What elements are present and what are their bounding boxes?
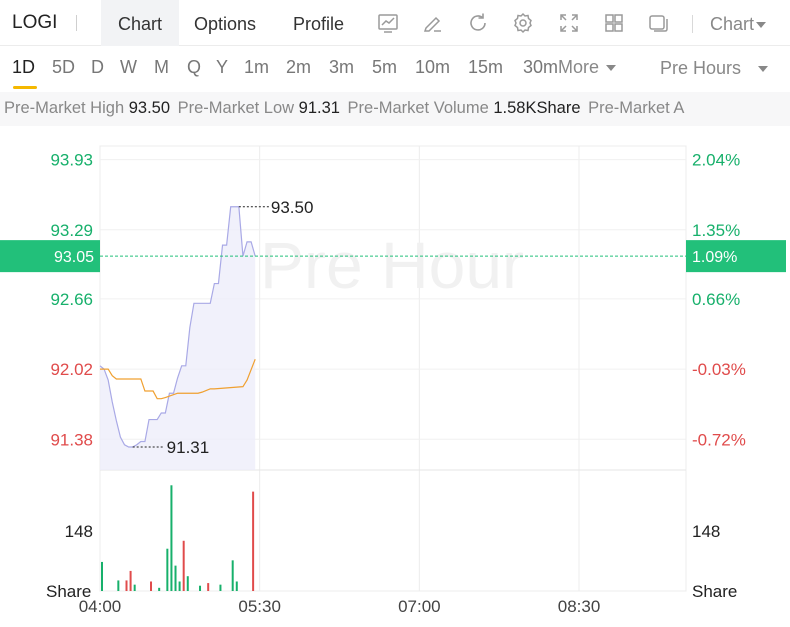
chart-type-label: Chart <box>710 14 755 34</box>
percent-tick-label: -0.03% <box>692 360 746 379</box>
volume-bar <box>219 584 222 591</box>
draw-icon[interactable] <box>421 11 445 35</box>
time-tick-label: 08:30 <box>558 597 601 616</box>
stat-label-high: Pre-Market High <box>4 99 125 117</box>
period-quarter[interactable]: Q <box>187 57 201 78</box>
high-marker-label: 93.50 <box>271 198 314 217</box>
axis-labels: 93.93 2.04% 93.29 1.35% 92.66 0.66% 92.02 -0.03… <box>50 151 745 616</box>
volume-bar <box>186 576 189 591</box>
chevron-down-icon <box>758 66 769 73</box>
current-price-value: 93.05 <box>54 249 94 266</box>
chart-watermark: Pre Hour <box>260 228 524 302</box>
volume-bar <box>166 548 169 591</box>
volume-bar <box>178 581 181 591</box>
period-week[interactable]: W <box>120 57 137 78</box>
period-5d[interactable]: 5D <box>52 57 75 78</box>
period-1d[interactable]: 1D <box>12 57 35 78</box>
time-tick-label: 05:30 <box>238 597 281 616</box>
chevron-down-icon <box>606 65 617 72</box>
volume-bar <box>129 570 132 591</box>
volume-bar <box>101 561 103 591</box>
session-dropdown[interactable]: Pre Hours <box>660 58 769 79</box>
period-10m[interactable]: 10m <box>415 57 450 78</box>
window-icon[interactable] <box>646 11 670 35</box>
percent-tick-label: 0.66% <box>692 290 740 309</box>
period-day[interactable]: D <box>91 57 104 78</box>
price-tick-label: 93.29 <box>50 221 93 240</box>
percent-tick-label: 2.04% <box>692 151 740 170</box>
settings-icon[interactable] <box>511 11 535 35</box>
volume-unit-left: Share <box>46 582 91 601</box>
period-bar: 1D 5D D W M Q Y 1m 2m 3m 5m 10m 15m 30m … <box>0 48 790 90</box>
tab-profile[interactable]: Profile <box>293 0 344 46</box>
chart-type-dropdown[interactable]: Chart <box>710 0 767 46</box>
volume-bar <box>252 491 255 591</box>
volume-tick-right: 148 <box>692 522 720 541</box>
period-2m[interactable]: 2m <box>286 57 311 78</box>
volume-unit-right: Share <box>692 582 737 601</box>
volume-bar <box>150 581 153 591</box>
volume-bar <box>125 580 128 591</box>
volume-bar <box>182 540 185 591</box>
volume-bar <box>170 485 173 591</box>
volume-bar <box>117 580 120 591</box>
more-label: More <box>558 57 600 77</box>
stat-value-low: 91.31 <box>298 99 340 117</box>
premarket-stats-bar: Pre-Market High 93.50 Pre-Market Low 91.… <box>0 92 790 126</box>
stat-label-avg: Pre-Market A <box>588 99 685 117</box>
period-month[interactable]: M <box>154 57 169 78</box>
price-tick-label: 92.66 <box>50 290 93 309</box>
symbol-divider <box>76 15 77 31</box>
volume-bar <box>231 560 234 591</box>
volume-bar <box>199 585 202 591</box>
volume-bar <box>133 584 136 591</box>
more-periods-dropdown[interactable]: More <box>558 57 617 78</box>
period-5m[interactable]: 5m <box>372 57 397 78</box>
price-tick-label: 93.93 <box>50 151 93 170</box>
percent-tick-label: 1.35% <box>692 221 740 240</box>
period-year[interactable]: Y <box>216 57 228 78</box>
volume-bar <box>158 587 161 591</box>
volume-tick-left: 148 <box>65 522 93 541</box>
time-tick-label: 07:00 <box>398 597 441 616</box>
fullscreen-icon[interactable] <box>557 11 581 35</box>
volume-bars <box>101 485 255 591</box>
period-1m[interactable]: 1m <box>244 57 269 78</box>
price-area-fill <box>100 206 256 470</box>
tab-options[interactable]: Options <box>194 0 256 46</box>
stat-value-volume: 1.58KShare <box>493 99 581 117</box>
top-bar: LOGI Chart Options Profile Chart <box>0 0 790 46</box>
chevron-down-icon <box>756 22 767 29</box>
period-3m[interactable]: 3m <box>329 57 354 78</box>
price-tick-label: 92.02 <box>50 360 93 379</box>
volume-bar <box>207 583 210 591</box>
session-label: Pre Hours <box>660 58 742 78</box>
volume-bar <box>174 565 177 591</box>
layout-grid-icon[interactable] <box>602 11 626 35</box>
period-15m[interactable]: 15m <box>468 57 503 78</box>
tab-chart[interactable]: Chart <box>101 0 179 46</box>
price-area <box>100 206 256 470</box>
toolbar-divider <box>692 15 693 33</box>
refresh-icon[interactable] <box>466 11 490 35</box>
low-marker-label: 91.31 <box>167 438 210 457</box>
volume-bar <box>235 581 238 591</box>
indicator-icon[interactable] <box>376 11 400 35</box>
period-30m[interactable]: 30m <box>523 57 561 78</box>
stat-label-low: Pre-Market Low <box>177 99 295 117</box>
stat-label-volume: Pre-Market Volume <box>347 99 489 117</box>
price-tick-label: 91.38 <box>50 430 93 449</box>
current-change-value: 1.09% <box>692 249 737 266</box>
percent-tick-label: -0.72% <box>692 430 746 449</box>
stat-value-high: 93.50 <box>128 99 171 117</box>
active-period-indicator <box>13 86 37 89</box>
symbol-label: LOGI <box>12 12 58 33</box>
